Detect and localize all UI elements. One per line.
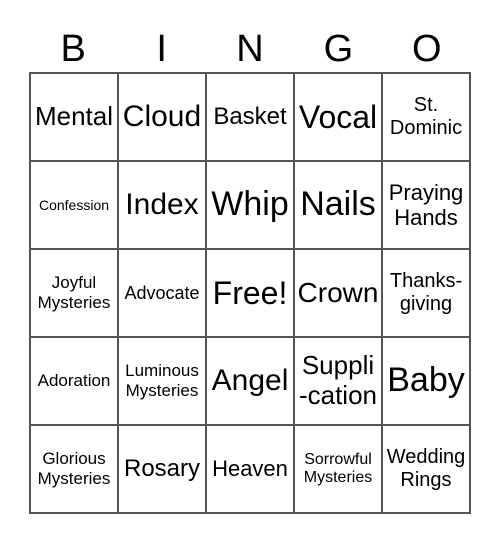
header-letter-i: I (156, 28, 167, 70)
bingo-cell: Angel (206, 337, 294, 425)
bingo-cell: Whip (206, 161, 294, 249)
header-letter-b: B (60, 28, 86, 70)
bingo-cell: Confession (30, 161, 118, 249)
bingo-cell: Advocate (118, 249, 206, 337)
header-letter-n: N (236, 28, 264, 70)
bingo-cell: Cloud (118, 73, 206, 161)
bingo-cell: Rosary (118, 425, 206, 513)
bingo-cell: Vocal (294, 73, 382, 161)
bingo-grid: Mental Cloud Basket Vocal St. Dominic Confess… (29, 72, 471, 514)
bingo-cell: Nails (294, 161, 382, 249)
header-letter-g: G (323, 28, 354, 70)
bingo-cell: Glorious Mysteries (30, 425, 118, 513)
bingo-cell: Baby (382, 337, 470, 425)
bingo-cell: Suppli -cation (294, 337, 382, 425)
bingo-cell: Index (118, 161, 206, 249)
bingo-cell: Joyful Mysteries (30, 249, 118, 337)
bingo-cell: Mental (30, 73, 118, 161)
bingo-cell: Basket (206, 73, 294, 161)
bingo-cell: Thanks- giving (382, 249, 470, 337)
bingo-cell: Sorrowful Mysteries (294, 425, 382, 513)
bingo-header: B I N G O (29, 26, 471, 72)
bingo-cell: Wedding Rings (382, 425, 470, 513)
header-letter-o: O (412, 28, 442, 70)
bingo-cell: St. Dominic (382, 73, 470, 161)
bingo-cell: Crown (294, 249, 382, 337)
bingo-cell: Heaven (206, 425, 294, 513)
free-space-cell: Free! (206, 249, 294, 337)
bingo-cell: Adoration (30, 337, 118, 425)
bingo-cell: Luminous Mysteries (118, 337, 206, 425)
bingo-cell: Praying Hands (382, 161, 470, 249)
